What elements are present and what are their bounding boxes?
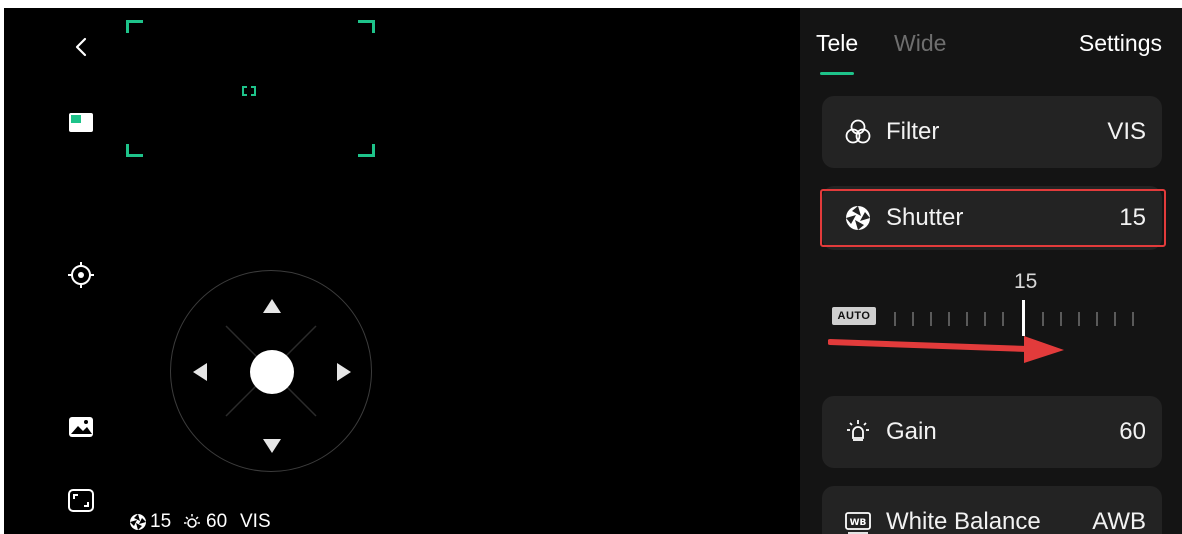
status-shutter-value: 15	[150, 511, 172, 532]
tab-tele[interactable]: Tele	[816, 30, 858, 57]
center-target-icon	[242, 86, 256, 96]
filter-row[interactable]: Filter VIS	[822, 96, 1162, 168]
joystick-knob[interactable]	[250, 350, 294, 394]
filter-label: Filter	[886, 118, 940, 145]
annotation-arrow-icon	[828, 336, 1064, 363]
gallery-icon[interactable]	[66, 412, 96, 442]
target-icon[interactable]	[66, 260, 96, 290]
wb-icon: WB	[845, 512, 871, 534]
arrow-down-icon[interactable]	[263, 439, 281, 453]
status-filter-value: VIS	[240, 511, 271, 532]
arrow-right-icon[interactable]	[337, 363, 351, 381]
active-tab-indicator	[820, 72, 854, 75]
camera-viewfinder[interactable]: 15 60 VIS	[4, 8, 800, 534]
brightness-icon	[847, 420, 869, 441]
filter-value: VIS	[1107, 118, 1146, 145]
svg-text:WB: WB	[850, 518, 867, 528]
camera-settings-panel: Tele Wide Settings Filter VIS Shutter 15…	[800, 8, 1182, 534]
arrow-left-icon[interactable]	[193, 363, 207, 381]
gimbal-joystick[interactable]	[170, 270, 372, 472]
shutter-slider[interactable]: 15 AUTO	[800, 264, 1182, 364]
shutter-highlight-box	[820, 189, 1166, 247]
tab-wide[interactable]: Wide	[894, 30, 946, 57]
gain-value: 60	[1119, 418, 1146, 445]
filter-icon	[845, 119, 871, 144]
aperture-icon	[130, 514, 146, 530]
status-gain-value: 60	[206, 511, 228, 532]
settings-tab[interactable]: Settings	[1079, 30, 1162, 57]
white-balance-row[interactable]: WB White Balance AWB	[822, 486, 1162, 534]
fullscreen-icon[interactable]	[66, 486, 96, 516]
arrow-up-icon[interactable]	[263, 299, 281, 313]
focus-frame	[4, 8, 800, 534]
brightness-icon	[184, 514, 200, 528]
gain-row[interactable]: Gain 60	[822, 396, 1162, 468]
white-balance-label: White Balance	[886, 508, 1041, 534]
gain-label: Gain	[886, 418, 937, 445]
white-balance-value: AWB	[1092, 508, 1146, 534]
pip-icon[interactable]	[66, 108, 96, 138]
